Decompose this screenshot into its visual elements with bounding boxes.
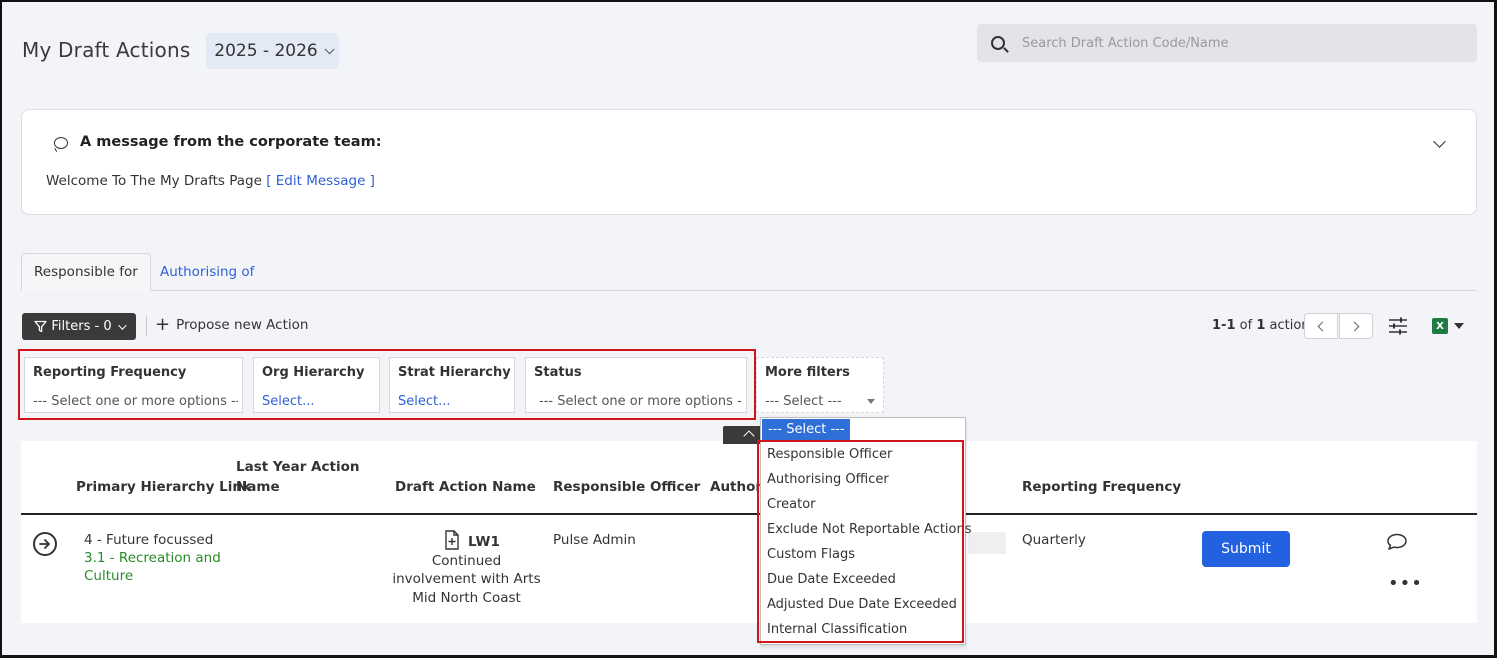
edit-message-link[interactable]: [ Edit Message ] [266, 173, 375, 189]
submit-button[interactable]: Submit [1202, 531, 1290, 567]
chevron-down-icon [324, 43, 335, 54]
reporting-frequency-value: Quarterly [1022, 532, 1086, 548]
column-header-last-year-line1[interactable]: Last Year Action [236, 459, 359, 475]
caret-down-icon [1454, 323, 1464, 329]
highlight-box-filters [18, 349, 756, 420]
hierarchy-primary: 4 - Future focussed [84, 532, 214, 548]
filter-label: More filters [765, 365, 850, 380]
highlight-box-dropdown [757, 440, 964, 643]
message-title: A message from the corporate team: [80, 134, 382, 150]
propose-label: Propose new Action [176, 317, 309, 333]
chevron-down-icon[interactable] [1433, 135, 1446, 148]
column-header-authorising[interactable]: Author [710, 479, 762, 495]
more-options-icon[interactable]: ••• [1388, 573, 1423, 594]
message-text: Welcome To The My Drafts Page [46, 173, 262, 189]
tab-responsible-for[interactable]: Responsible for [21, 253, 151, 291]
funnel-icon [34, 320, 48, 333]
search-icon [991, 36, 1005, 50]
pager-summary: 1-1 of 1 action [1212, 318, 1310, 333]
filter-value[interactable]: --- Select --- [765, 394, 842, 409]
message-card: A message from the corporate team: Welco… [21, 109, 1477, 215]
column-header-primary-hierarchy[interactable]: Primary Hierarchy Link [76, 479, 251, 495]
responsible-officer-value: Pulse Admin [553, 532, 636, 548]
chevron-left-icon [1317, 321, 1328, 331]
column-header-reporting-frequency[interactable]: Reporting Frequency [1022, 479, 1181, 495]
column-header-responsible-officer[interactable]: Responsible Officer [553, 479, 700, 495]
filters-button[interactable]: Filters - 0 [22, 313, 136, 340]
hierarchy-link-line2[interactable]: Culture [84, 568, 133, 584]
pager-count: 1 [1256, 318, 1266, 333]
open-row-icon[interactable] [33, 532, 57, 556]
comment-icon[interactable] [1386, 533, 1408, 555]
caret-down-icon [867, 399, 875, 404]
action-code[interactable]: LW1 [468, 534, 500, 550]
year-label: 2025 - 2026 [214, 41, 318, 61]
pager-of: of [1239, 318, 1253, 333]
propose-action-button[interactable]: + Propose new Action [155, 314, 309, 335]
pager-range: 1-1 [1212, 318, 1236, 333]
next-page-button[interactable] [1339, 313, 1373, 339]
action-name-line2: involvement with Arts [392, 571, 541, 587]
progress-placeholder [968, 532, 1006, 554]
year-selector[interactable]: 2025 - 2026 [206, 33, 339, 69]
message-body: Welcome To The My Drafts Page [ Edit Mes… [46, 173, 375, 189]
excel-export-button[interactable]: X [1432, 317, 1470, 335]
document-plus-icon [444, 530, 460, 554]
action-name-line3: Mid North Coast [412, 590, 521, 606]
search-bar[interactable] [977, 24, 1477, 62]
chevron-right-icon [1349, 321, 1360, 331]
filter-more-filters[interactable]: More filters --- Select --- [756, 357, 884, 413]
filters-label: Filters - 0 [51, 319, 112, 334]
dropdown-selected-option[interactable]: --- Select --- [762, 419, 850, 441]
tab-authorising-of[interactable]: Authorising of [148, 253, 266, 291]
table-header-divider [21, 513, 1477, 515]
plus-icon: + [155, 314, 171, 335]
page-title: My Draft Actions [22, 38, 191, 62]
collapse-filters-button[interactable] [723, 426, 761, 444]
hierarchy-link-line1[interactable]: 3.1 - Recreation and [84, 550, 221, 566]
chevron-down-icon [117, 320, 127, 330]
column-header-draft-action-name[interactable]: Draft Action Name [395, 479, 536, 495]
search-input[interactable] [1022, 35, 1462, 51]
chat-bubble-icon [54, 137, 68, 149]
action-name-line1: Continued [431, 553, 502, 569]
previous-page-button[interactable] [1304, 313, 1338, 339]
excel-icon: X [1432, 318, 1448, 334]
column-settings-icon[interactable] [1388, 317, 1408, 335]
column-header-last-year-line2[interactable]: Name [236, 479, 280, 495]
toolbar-divider [146, 316, 147, 336]
